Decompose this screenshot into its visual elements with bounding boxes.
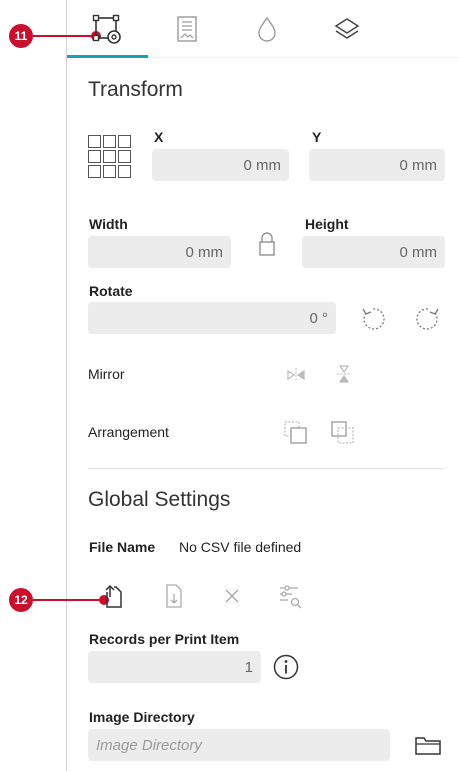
arrangement-label: Arrangement	[88, 424, 169, 440]
mirror-label: Mirror	[88, 366, 125, 382]
mirror-horizontal-icon[interactable]	[285, 364, 307, 386]
records-per-item-input[interactable]: 1	[88, 651, 261, 683]
clear-file-icon[interactable]	[220, 584, 244, 608]
x-label: X	[154, 129, 164, 145]
rotate-label: Rotate	[89, 283, 133, 299]
transform-title: Transform	[88, 78, 183, 101]
height-input[interactable]: 0 mm	[302, 236, 445, 268]
callout-badge: 11	[9, 24, 33, 48]
rotate-left-icon[interactable]	[358, 302, 388, 334]
y-input[interactable]: 0 mm	[309, 149, 445, 181]
image-directory-label: Image Directory	[89, 709, 195, 725]
callout-badge: 12	[9, 588, 33, 612]
tab-layers[interactable]	[307, 0, 387, 58]
file-name-label: File Name	[89, 539, 156, 555]
tab-color[interactable]	[227, 0, 307, 58]
document-image-icon	[177, 16, 197, 42]
callout-12: 12	[9, 588, 109, 612]
tab-bar	[67, 0, 459, 58]
filter-settings-icon[interactable]	[276, 582, 304, 610]
height-label: Height	[305, 216, 349, 232]
folder-icon[interactable]	[413, 731, 443, 759]
anchor-point-grid[interactable]	[88, 135, 132, 179]
tab-document[interactable]	[147, 0, 227, 58]
bring-forward-icon[interactable]	[282, 419, 310, 447]
file-name-value: No CSV file defined	[179, 539, 302, 555]
y-label: Y	[312, 129, 322, 145]
rotate-right-icon[interactable]	[413, 302, 443, 334]
tab-active-indicator	[67, 55, 148, 58]
x-input[interactable]: 0 mm	[152, 149, 289, 181]
transform-settings-icon	[92, 14, 121, 44]
layers-icon	[334, 18, 360, 39]
export-csv-icon[interactable]	[161, 582, 187, 610]
image-directory-input[interactable]: Image Directory	[88, 729, 390, 761]
global-settings-title: Global Settings	[88, 488, 231, 511]
section-divider	[88, 468, 445, 469]
send-backward-icon[interactable]	[329, 419, 357, 447]
width-input[interactable]: 0 mm	[88, 236, 231, 268]
rotate-input[interactable]: 0 °	[88, 302, 336, 334]
callout-line	[33, 599, 103, 601]
aspect-lock-icon[interactable]	[255, 230, 279, 258]
mirror-vertical-icon[interactable]	[333, 363, 355, 385]
import-csv-icon[interactable]	[100, 582, 126, 610]
panel-left-border	[66, 0, 67, 771]
drop-icon	[258, 16, 276, 42]
info-icon[interactable]	[271, 652, 301, 682]
tab-transform[interactable]	[67, 0, 147, 58]
records-label: Records per Print Item	[89, 631, 240, 647]
width-label: Width	[89, 216, 128, 232]
